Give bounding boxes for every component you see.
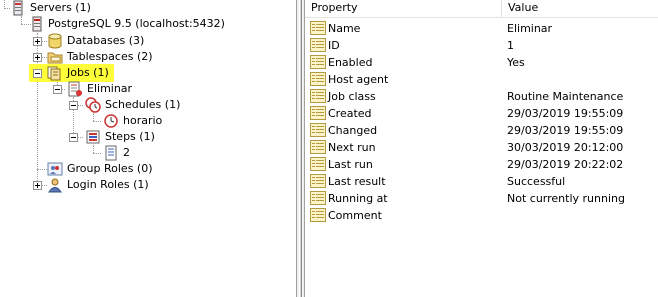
tree-label-steps: Steps (1) (105, 130, 155, 143)
expand-tablespaces-icon[interactable] (33, 53, 42, 62)
property-value: 29/03/2019 19:55:09 (507, 107, 624, 120)
tree-node-schedules[interactable]: Schedules (1) (0, 97, 200, 113)
property-value: Not currently running (507, 192, 625, 205)
property-value: Routine Maintenance (507, 90, 624, 103)
tree-node-steps[interactable]: Steps (1) (0, 129, 200, 145)
property-icon (310, 208, 326, 222)
step-icon (103, 145, 119, 161)
property-row[interactable]: Last run 29/03/2019 20:22:02 (305, 156, 658, 173)
tree-node-databases[interactable]: Databases (3) (0, 33, 200, 49)
group-roles-icon (47, 161, 63, 177)
tree-node-schedule-horario[interactable]: horario (0, 113, 200, 129)
server-icon (29, 16, 45, 32)
property-row[interactable]: Running at Not currently running (305, 190, 658, 207)
server-group-icon (10, 0, 26, 16)
property-name: Changed (328, 124, 378, 137)
tree-label-jobs: Jobs (1) (67, 66, 109, 79)
tree-node-login-roles[interactable]: Login Roles (1) (0, 177, 200, 193)
property-icon (310, 72, 326, 86)
property-name: Comment (328, 209, 382, 222)
property-icon (310, 21, 326, 35)
property-icon (310, 55, 326, 69)
property-name: Created (328, 107, 372, 120)
property-icon (310, 140, 326, 154)
property-value: Eliminar (507, 22, 553, 35)
properties-grid[interactable]: Property Value Name Eliminar ID 1 Enabled Yes… (305, 0, 658, 297)
property-row[interactable]: ID 1 (305, 37, 658, 54)
jobs-icon (47, 65, 63, 81)
property-name: Next run (328, 141, 376, 154)
object-browser-tree[interactable]: Servers (1) PostgreSQL 9.5 (localhost:54… (0, 0, 296, 297)
tree-node-group-roles[interactable]: Group Roles (0) (0, 161, 200, 177)
property-row[interactable]: Name Eliminar (305, 20, 658, 37)
tree-label-group-roles: Group Roles (0) (67, 162, 153, 175)
tree-label-step: 2 (123, 146, 130, 159)
property-icon (310, 106, 326, 120)
grid-header: Property Value (305, 0, 658, 18)
property-row[interactable]: Changed 29/03/2019 19:55:09 (305, 122, 658, 139)
collapse-jobs-icon[interactable] (33, 69, 42, 78)
property-value: 29/03/2019 20:22:02 (507, 158, 624, 171)
tree-label-schedule: horario (123, 114, 163, 127)
tree-node-jobs-content[interactable]: Jobs (1) (0, 65, 200, 81)
property-name: Last run (328, 158, 373, 171)
databases-icon (47, 33, 63, 49)
property-icon (310, 38, 326, 52)
column-header-property[interactable]: Property (305, 0, 501, 17)
expand-databases-icon[interactable] (33, 37, 42, 46)
property-icon (310, 89, 326, 103)
property-value: 29/03/2019 19:55:09 (507, 124, 624, 137)
schedules-icon (85, 97, 101, 113)
property-name: Running at (328, 192, 388, 205)
tree-node-step-2[interactable]: 2 (0, 145, 200, 161)
collapse-schedules-icon[interactable] (69, 101, 78, 110)
property-icon (310, 123, 326, 137)
property-value: 30/03/2019 20:12:00 (507, 141, 624, 154)
tree-node-postgresql-server[interactable]: PostgreSQL 9.5 (localhost:5432) (0, 16, 260, 32)
tree-node-servers[interactable]: Servers (1) (0, 0, 200, 16)
property-row[interactable]: Enabled Yes (305, 54, 658, 71)
tree-label-server: PostgreSQL 9.5 (localhost:5432) (48, 17, 225, 30)
schedule-clock-icon (103, 113, 119, 129)
tree-node-job-eliminar[interactable]: Eliminar (0, 81, 200, 97)
property-name: Job class (328, 90, 376, 103)
steps-icon (85, 129, 101, 145)
property-name: Name (328, 22, 361, 35)
tree-label-servers: Servers (1) (30, 1, 91, 14)
property-row[interactable]: Host agent (305, 71, 658, 88)
tree-label-schedules: Schedules (1) (105, 98, 181, 111)
pane-splitter[interactable] (296, 0, 305, 297)
property-value: Successful (507, 175, 566, 188)
property-value: Yes (507, 56, 525, 69)
property-name: Enabled (328, 56, 373, 69)
expand-login-roles-icon[interactable] (33, 181, 42, 190)
tree-label-login-roles: Login Roles (1) (67, 178, 149, 191)
property-row[interactable]: Job class Routine Maintenance (305, 88, 658, 105)
tree-node-tablespaces[interactable]: Tablespaces (2) (0, 49, 200, 65)
property-row[interactable]: Comment (305, 207, 658, 224)
property-name: ID (328, 39, 340, 52)
property-name: Host agent (328, 73, 389, 86)
tree-label-tablespaces: Tablespaces (2) (67, 50, 153, 63)
property-name: Last result (328, 175, 386, 188)
property-value: 1 (507, 39, 514, 52)
property-icon (310, 157, 326, 171)
job-icon (67, 81, 83, 97)
property-row[interactable]: Next run 30/03/2019 20:12:00 (305, 139, 658, 156)
property-row[interactable]: Created 29/03/2019 19:55:09 (305, 105, 658, 122)
login-roles-icon (47, 177, 63, 193)
collapse-steps-icon[interactable] (69, 133, 78, 142)
property-row[interactable]: Last result Successful (305, 173, 658, 190)
tree-label-job: Eliminar (87, 82, 133, 95)
column-header-value[interactable]: Value (501, 0, 658, 17)
property-icon (310, 174, 326, 188)
tablespaces-icon (47, 49, 63, 65)
property-icon (310, 191, 326, 205)
tree-label-databases: Databases (3) (67, 34, 145, 47)
collapse-job-icon[interactable] (53, 85, 62, 94)
